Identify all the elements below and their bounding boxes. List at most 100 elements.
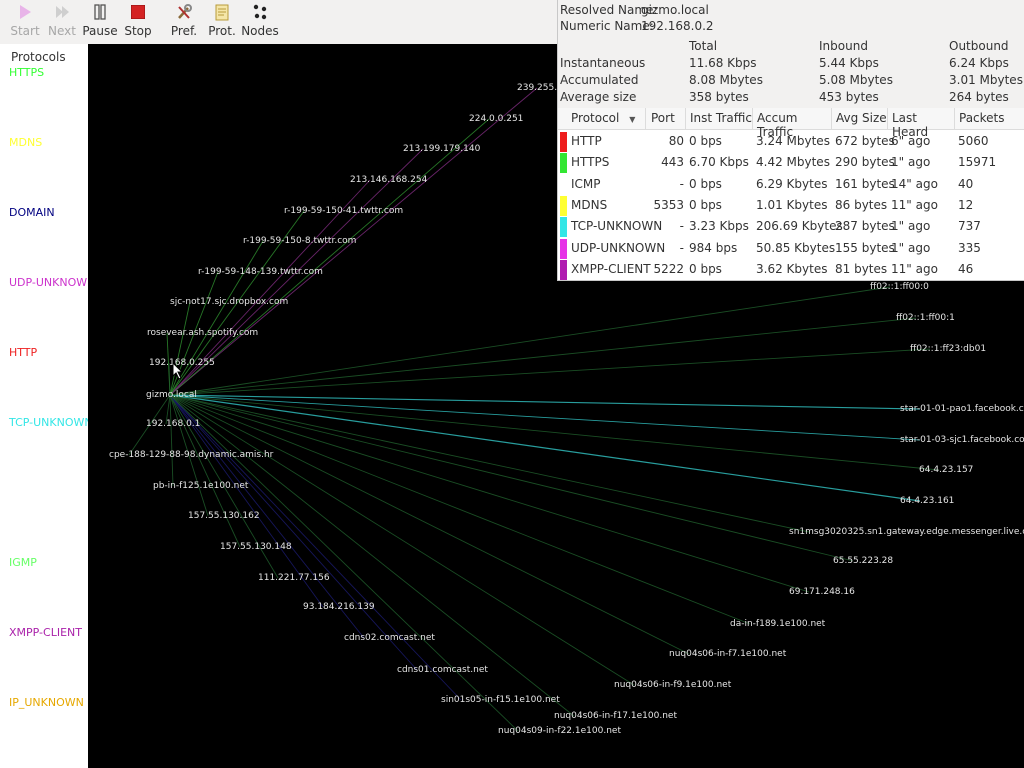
network-node[interactable]: pb-in-f125.1e100.net bbox=[153, 481, 248, 491]
network-node[interactable]: sin01s05-in-f15.1e100.net bbox=[441, 695, 560, 705]
network-node[interactable]: 64.4.23.157 bbox=[919, 465, 973, 475]
nodes-icon bbox=[251, 3, 269, 21]
numeric-name-value[interactable]: 192.168.0.2 bbox=[641, 19, 714, 33]
network-node[interactable]: 111.221.77.156 bbox=[258, 573, 330, 583]
protocol-inst-cell: 0 bps bbox=[689, 261, 722, 276]
play-icon bbox=[16, 3, 34, 21]
network-node[interactable]: nuq04s06-in-f9.1e100.net bbox=[614, 680, 731, 690]
stat-outbound-average-size: 264 bytes bbox=[949, 90, 1009, 104]
network-node[interactable]: 64.4.23.161 bbox=[900, 496, 954, 506]
start-label: Start bbox=[10, 24, 40, 38]
protocol-accum-cell: 206.69 Kbytes bbox=[756, 219, 843, 234]
protocol-row-icmp[interactable]: ICMP -0 bps 6.29 Kbytes 161 bytes 14" ago 40 bbox=[558, 174, 1024, 196]
network-node[interactable]: nuq04s09-in-f22.1e100.net bbox=[498, 726, 621, 736]
protocol-name: HTTP bbox=[571, 134, 602, 148]
resolved-name-value[interactable]: gizmo.local bbox=[641, 3, 709, 17]
network-node[interactable]: rosevear.ash.spotify.com bbox=[147, 328, 258, 338]
network-node[interactable]: 93.184.216.139 bbox=[303, 602, 375, 612]
traffic-link bbox=[169, 394, 921, 502]
stat-inbound-accumulated: 5.08 Mbytes bbox=[819, 73, 893, 87]
protocol-row-tcp-unknown[interactable]: TCP-UNKNOWN -3.23 Kbps 206.69 Kbytes 287 by… bbox=[558, 217, 1024, 238]
traffic-link bbox=[169, 394, 810, 533]
protocol-last-cell: 11" ago bbox=[891, 261, 938, 276]
column-header-last-heard[interactable]: Last Heard bbox=[888, 108, 955, 139]
protocol-port-cell: - bbox=[679, 219, 684, 234]
stat-outbound-accumulated: 3.01 Mbytes bbox=[949, 73, 1023, 87]
protocol-name: HTTPS bbox=[571, 155, 610, 170]
network-node[interactable]: ff02::1:ff23:db01 bbox=[910, 344, 986, 354]
protocol-color-swatch bbox=[560, 259, 567, 280]
network-node[interactable]: star-01-01-pao1.facebook.com bbox=[900, 404, 1024, 414]
network-node[interactable]: cdns01.comcast.net bbox=[397, 665, 488, 675]
network-node[interactable]: da-in-f189.1e100.net bbox=[730, 619, 825, 629]
traffic-link bbox=[169, 394, 462, 701]
protocol-accum-cell: 50.85 Kbytes bbox=[756, 240, 836, 255]
network-node[interactable]: sjc-not17.sjc.dropbox.com bbox=[170, 297, 288, 307]
network-node[interactable]: ff02::1:ff00:0 bbox=[870, 282, 929, 292]
protocol-row-http[interactable]: HTTP 80 0 bps 3.24 Mbytes 672 bytes 6" ago 506… bbox=[558, 132, 1024, 153]
nodes-button[interactable]: Nodes bbox=[238, 0, 282, 44]
network-node[interactable]: r-199-59-150-41.twttr.com bbox=[284, 206, 403, 216]
protocol-inst-cell: 0 bps bbox=[689, 197, 722, 212]
network-node[interactable]: r-199-59-150-8.twttr.com bbox=[243, 236, 356, 246]
column-header-accum-traffic[interactable]: Accum Traffic bbox=[753, 108, 832, 139]
stat-total-average-size: 358 bytes bbox=[689, 90, 749, 104]
network-node[interactable]: ff02::1:ff00:1 bbox=[896, 313, 955, 323]
column-header-port[interactable]: Port bbox=[646, 108, 686, 130]
network-node[interactable]: 157.55.130.162 bbox=[188, 511, 260, 521]
traffic-link bbox=[169, 394, 940, 471]
protocol-packets-cell: 12 bbox=[958, 197, 974, 212]
inbound-header: Inbound bbox=[819, 39, 868, 53]
network-node[interactable]: 224.0.0.251 bbox=[469, 114, 523, 124]
network-node[interactable]: cdns02.comcast.net bbox=[344, 633, 435, 643]
legend-item-mdns: MDNS bbox=[9, 136, 43, 149]
protocol-row-udp-unknown[interactable]: UDP-UNKNOWN -984 bps 50.85 Kbytes 155 bytes… bbox=[558, 238, 1024, 260]
protocol-avg-cell: 86 bytes bbox=[835, 197, 888, 212]
protocol-avg-cell: 155 bytes bbox=[835, 240, 895, 255]
numeric-name-label: Numeric Name: bbox=[560, 19, 654, 33]
protocol-color-swatch bbox=[560, 195, 567, 216]
outbound-header: Outbound bbox=[949, 39, 1009, 53]
column-header-protocol[interactable]: Protocol ▼ bbox=[558, 108, 646, 130]
protocol-inst-cell: 3.23 Kbps bbox=[689, 219, 749, 234]
network-node[interactable]: 213.146.168.254 bbox=[350, 175, 427, 185]
network-node[interactable]: 65.55.223.28 bbox=[833, 556, 893, 566]
stat-total-accumulated: 8.08 Mbytes bbox=[689, 73, 763, 87]
protocol-accum-cell: 3.24 Mbytes bbox=[756, 134, 830, 148]
protocol-row-https[interactable]: HTTPS 443 6.70 Kbps 4.42 Mbytes 290 bytes 1" … bbox=[558, 153, 1024, 174]
mouse-cursor-icon bbox=[172, 362, 184, 380]
column-header-packets[interactable]: Packets bbox=[955, 108, 1024, 130]
network-node[interactable]: 157.55.130.148 bbox=[220, 542, 292, 552]
protocol-row-mdns[interactable]: MDNS 5353 0 bps 1.01 Kbytes 86 bytes 11" ago 1… bbox=[558, 195, 1024, 217]
network-node[interactable]: nuq04s06-in-f17.1e100.net bbox=[554, 711, 677, 721]
traffic-link bbox=[169, 394, 751, 625]
stop-button[interactable]: Stop bbox=[116, 0, 160, 44]
protocol-port-cell: 5353 bbox=[653, 197, 684, 212]
protocol-avg-cell: 672 bytes bbox=[835, 134, 895, 148]
network-node[interactable]: nuq04s06-in-f7.1e100.net bbox=[669, 649, 786, 659]
network-node[interactable]: 213.199.179.140 bbox=[403, 144, 480, 154]
column-header-avg-size[interactable]: Avg Size bbox=[832, 108, 888, 130]
protocols-legend: Protocols HTTPS MDNS DOMAIN UDP-UNKNOWN … bbox=[0, 44, 95, 768]
network-node[interactable]: star-01-03-sjc1.facebook.com bbox=[900, 435, 1024, 445]
nodes-label: Nodes bbox=[241, 24, 279, 38]
stat-inbound-average-size: 453 bytes bbox=[819, 90, 879, 104]
protocol-port-cell: 5222 bbox=[653, 261, 684, 276]
network-node[interactable]: r-199-59-148-139.twttr.com bbox=[198, 267, 323, 277]
protocol-color-swatch bbox=[560, 132, 567, 152]
resolved-name-row: Resolved Name: gizmo.local bbox=[560, 3, 709, 17]
network-node[interactable]: sn1msg3020325.sn1.gateway.edge.messenger… bbox=[789, 527, 1024, 537]
stat-label-average-size: Average size bbox=[560, 90, 637, 104]
host-node-gizmo-local[interactable]: gizmo.local bbox=[146, 390, 197, 400]
protocol-avg-cell: 161 bytes bbox=[835, 176, 895, 191]
protocol-row-xmpp-client[interactable]: XMPP-CLIENT 5222 0 bps 3.62 Kbytes 81 bytes 1… bbox=[558, 259, 1024, 281]
column-header-inst-traffic[interactable]: Inst Traffic bbox=[686, 108, 753, 130]
protocol-color-swatch bbox=[560, 238, 567, 259]
protocol-packets-cell: 5060 bbox=[958, 134, 989, 148]
legend-item-tcp-unknown: TCP-UNKNOWN bbox=[9, 416, 93, 429]
legend-item-http: HTTP bbox=[9, 346, 38, 359]
network-node[interactable]: cpe-188-129-88-98.dynamic.amis.hr bbox=[109, 450, 273, 460]
traffic-link bbox=[169, 394, 690, 655]
network-node[interactable]: 69.171.248.16 bbox=[789, 587, 855, 597]
network-node[interactable]: 192.168.0.1 bbox=[146, 419, 200, 429]
